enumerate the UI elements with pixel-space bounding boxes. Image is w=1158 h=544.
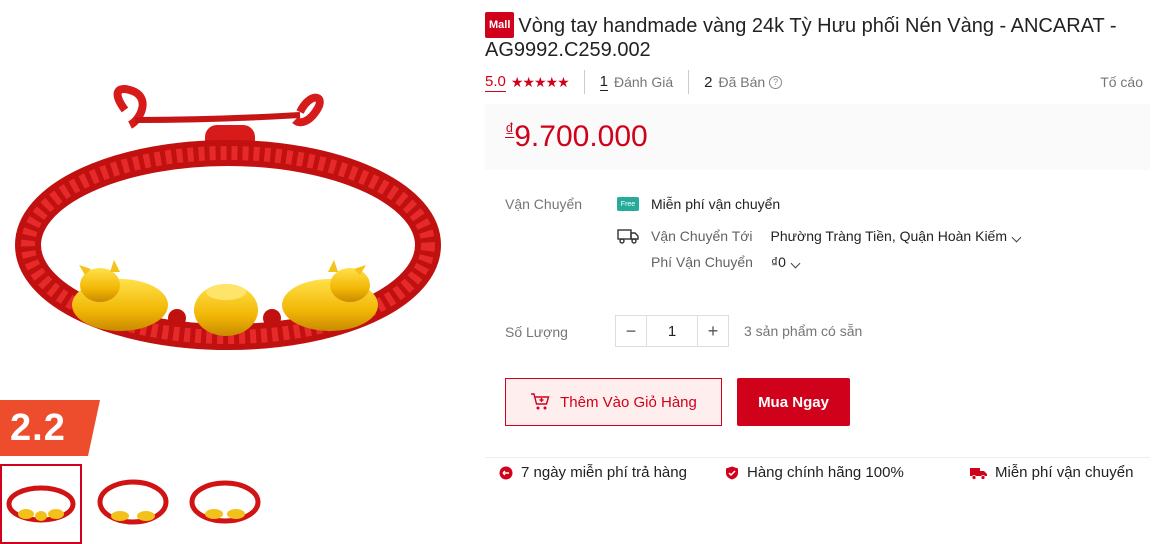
free-shipping-icon: Free xyxy=(617,197,639,211)
guarantee-free-ship-text: Miễn phí vận chuyển xyxy=(995,464,1134,481)
truck-icon xyxy=(970,467,987,480)
add-to-cart-button[interactable]: Thêm Vào Giỏ Hàng xyxy=(505,378,722,426)
product-price: ₫9.700.000 xyxy=(505,120,648,154)
rating-stars: ★★★★★ xyxy=(510,73,570,90)
review-count[interactable]: 1 xyxy=(599,73,608,91)
ship-fee-label: Phí Vận Chuyển xyxy=(651,254,753,270)
thumbnail-strip xyxy=(0,464,266,544)
thumbnail-2[interactable] xyxy=(92,464,174,544)
thumbnail-1[interactable] xyxy=(0,464,82,544)
quantity-decrease-button[interactable]: − xyxy=(615,315,647,347)
quantity-stepper: − + 3 sản phẩm có sẵn xyxy=(615,315,862,347)
price-currency: ₫ xyxy=(505,120,515,140)
guarantee-authentic[interactable]: Hàng chính hãng 100% xyxy=(725,464,904,481)
free-shipping-text: Miễn phí vận chuyển xyxy=(651,196,781,212)
mall-badge: Mall xyxy=(485,12,515,38)
guarantee-return-text: 7 ngày miễn phí trả hàng xyxy=(521,464,687,481)
report-link[interactable]: Tố cáo xyxy=(1100,74,1143,90)
divider xyxy=(485,457,1150,458)
stock-text: 3 sản phẩm có sẵn xyxy=(744,323,863,339)
ship-to-label: Vận Chuyển Tới xyxy=(651,228,753,244)
thumbnail-3[interactable] xyxy=(184,464,266,544)
ship-to-line: Vận Chuyển Tới Phường Tràng Tiền, Quận H… xyxy=(617,228,1022,244)
main-product-image[interactable] xyxy=(0,0,460,400)
shield-check-icon xyxy=(726,466,738,479)
chevron-down-icon xyxy=(1011,232,1022,243)
ship-to-location[interactable]: Phường Tràng Tiền, Quận Hoàn Kiếm xyxy=(770,228,1022,244)
guarantee-return[interactable]: 7 ngày miễn phí trả hàng xyxy=(499,464,687,481)
return-icon xyxy=(499,466,513,479)
help-icon[interactable]: ? xyxy=(769,75,783,89)
divider xyxy=(688,70,690,94)
product-info: Mall Vòng tay handmade vàng 24k Tỳ Hưu ph… xyxy=(485,0,1150,481)
review-label: Đánh Giá xyxy=(613,74,674,90)
product-title: Mall Vòng tay handmade vàng 24k Tỳ Hưu ph… xyxy=(485,12,1150,62)
ship-to-value: Phường Tràng Tiền, Quận Hoàn Kiếm xyxy=(770,228,1008,244)
shipping-label: Vận Chuyển xyxy=(505,196,583,212)
divider xyxy=(583,70,585,94)
product-gallery: 2.2 xyxy=(0,0,460,544)
add-to-cart-label: Thêm Vào Giỏ Hàng xyxy=(560,393,697,411)
quantity-input[interactable] xyxy=(647,315,697,347)
chevron-down-icon xyxy=(790,258,801,269)
price-value: 9.700.000 xyxy=(514,120,648,153)
add-to-cart-icon xyxy=(531,393,550,410)
price-box: ₫9.700.000 xyxy=(485,104,1150,170)
ship-fee-dropdown[interactable]: ₫0 xyxy=(770,254,801,270)
buy-now-button[interactable]: Mua Ngay xyxy=(737,378,850,426)
sold-count: 2 xyxy=(704,73,713,91)
quantity-label: Số Lượng xyxy=(505,324,568,340)
guarantee-authentic-text: Hàng chính hãng 100% xyxy=(747,464,904,481)
sold-label: Đã Bán xyxy=(718,74,766,90)
quantity-increase-button[interactable]: + xyxy=(697,315,729,347)
free-shipping-line: Free Miễn phí vận chuyển xyxy=(617,196,780,212)
truck-icon xyxy=(617,229,639,244)
product-title-text: Vòng tay handmade vàng 24k Tỳ Hưu phối N… xyxy=(485,15,1117,61)
promo-badge: 2.2 xyxy=(0,400,100,456)
rating-row: 5.0 ★★★★★ 1 Đánh Giá 2 Đã Bán ? Tố cáo xyxy=(485,70,1150,94)
ship-fee-line: Phí Vận Chuyển ₫0 xyxy=(651,254,801,270)
ship-fee-value: ₫0 xyxy=(770,254,786,270)
guarantee-free-ship[interactable]: Miễn phí vận chuyển xyxy=(970,464,1133,481)
rating-score[interactable]: 5.0 xyxy=(485,73,506,92)
